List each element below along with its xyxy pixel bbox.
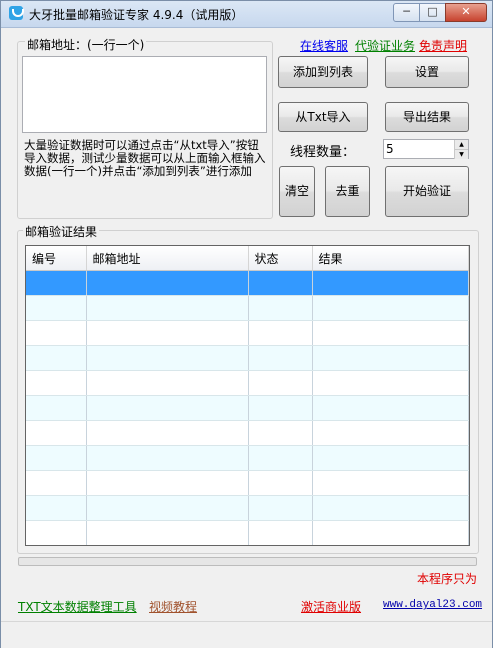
table-row[interactable] xyxy=(26,445,469,471)
stepper-down-icon[interactable]: ▼ xyxy=(454,149,468,159)
results-table[interactable]: 编号 邮箱地址 状态 结果 xyxy=(25,245,470,546)
export-results-button[interactable]: 导出结果 xyxy=(385,102,469,132)
online-service-link[interactable]: 在线客服 xyxy=(300,37,348,54)
video-tutorial-link[interactable]: 视频教程 xyxy=(149,598,197,615)
thread-count-value: 5 xyxy=(386,142,394,156)
dedupe-button[interactable]: 去重 xyxy=(325,166,370,217)
thread-count-stepper[interactable]: 5 ▲ ▼ xyxy=(383,139,469,159)
table-header-row: 编号 邮箱地址 状态 结果 xyxy=(26,246,469,271)
email-input-textarea[interactable] xyxy=(22,56,267,133)
maximize-button[interactable]: □ xyxy=(419,3,446,22)
disclaimer-link[interactable]: 免责声明 xyxy=(419,37,467,54)
import-txt-label: 从Txt导入 xyxy=(295,110,351,124)
title-bar[interactable]: 大牙批量邮箱验证专家 4.9.4（试用版） ─ □ ✕ xyxy=(1,1,492,28)
import-hint-text: 大量验证数据时可以通过点击“从txt导入”按钮导入数据，测试少量数据可以从上面输… xyxy=(24,138,266,178)
close-button[interactable]: ✕ xyxy=(445,3,487,22)
website-link[interactable]: www.dayal23.com xyxy=(383,599,482,611)
table-row[interactable] xyxy=(26,470,469,496)
txt-tool-link[interactable]: TXT文本数据整理工具 xyxy=(18,598,137,615)
activate-commercial-link[interactable]: 激活商业版 xyxy=(301,598,361,615)
table-row[interactable] xyxy=(26,370,469,396)
progress-bar xyxy=(18,557,477,566)
add-to-list-button[interactable]: 添加到列表 xyxy=(278,56,368,88)
start-verify-label: 开始验证 xyxy=(402,184,451,198)
add-to-list-label: 添加到列表 xyxy=(292,65,353,79)
column-header-id[interactable]: 编号 xyxy=(26,246,87,271)
table-row[interactable] xyxy=(26,320,469,346)
main-window: 大牙批量邮箱验证专家 4.9.4（试用版） ─ □ ✕ 邮箱地址：(一行一个) … xyxy=(0,0,493,648)
column-header-email[interactable]: 邮箱地址 xyxy=(86,246,249,271)
status-bar xyxy=(1,621,492,648)
app-tooth-icon xyxy=(9,6,24,20)
start-verify-button[interactable]: 开始验证 xyxy=(385,166,469,217)
column-header-result[interactable]: 结果 xyxy=(312,246,469,271)
proxy-service-link[interactable]: 代验证业务 xyxy=(355,37,415,54)
clear-button[interactable]: 清空 xyxy=(279,166,315,217)
dedupe-label: 去重 xyxy=(335,184,360,198)
table-row[interactable] xyxy=(26,420,469,446)
table-row[interactable] xyxy=(26,295,469,321)
stepper-up-icon[interactable]: ▲ xyxy=(454,140,468,149)
results-label: 邮箱验证结果 xyxy=(23,223,100,240)
settings-button[interactable]: 设置 xyxy=(385,56,469,88)
table-row[interactable] xyxy=(26,546,469,547)
thread-count-label: 线程数量： xyxy=(290,145,356,160)
table-row[interactable] xyxy=(26,395,469,421)
minimize-button[interactable]: ─ xyxy=(393,3,420,22)
email-input-label: 邮箱地址：(一行一个) xyxy=(25,36,147,53)
window-title: 大牙批量邮箱验证专家 4.9.4（试用版） xyxy=(29,8,244,22)
program-notice: 本程序只为 xyxy=(417,572,478,586)
clear-label: 清空 xyxy=(284,184,309,198)
table-row[interactable] xyxy=(26,495,469,521)
table-row[interactable] xyxy=(26,520,469,545)
column-header-status[interactable]: 状态 xyxy=(248,246,313,271)
table-row[interactable] xyxy=(26,270,469,296)
export-results-label: 导出结果 xyxy=(402,110,451,124)
import-txt-button[interactable]: 从Txt导入 xyxy=(278,102,368,132)
table-row[interactable] xyxy=(26,345,469,371)
settings-label: 设置 xyxy=(414,65,439,79)
